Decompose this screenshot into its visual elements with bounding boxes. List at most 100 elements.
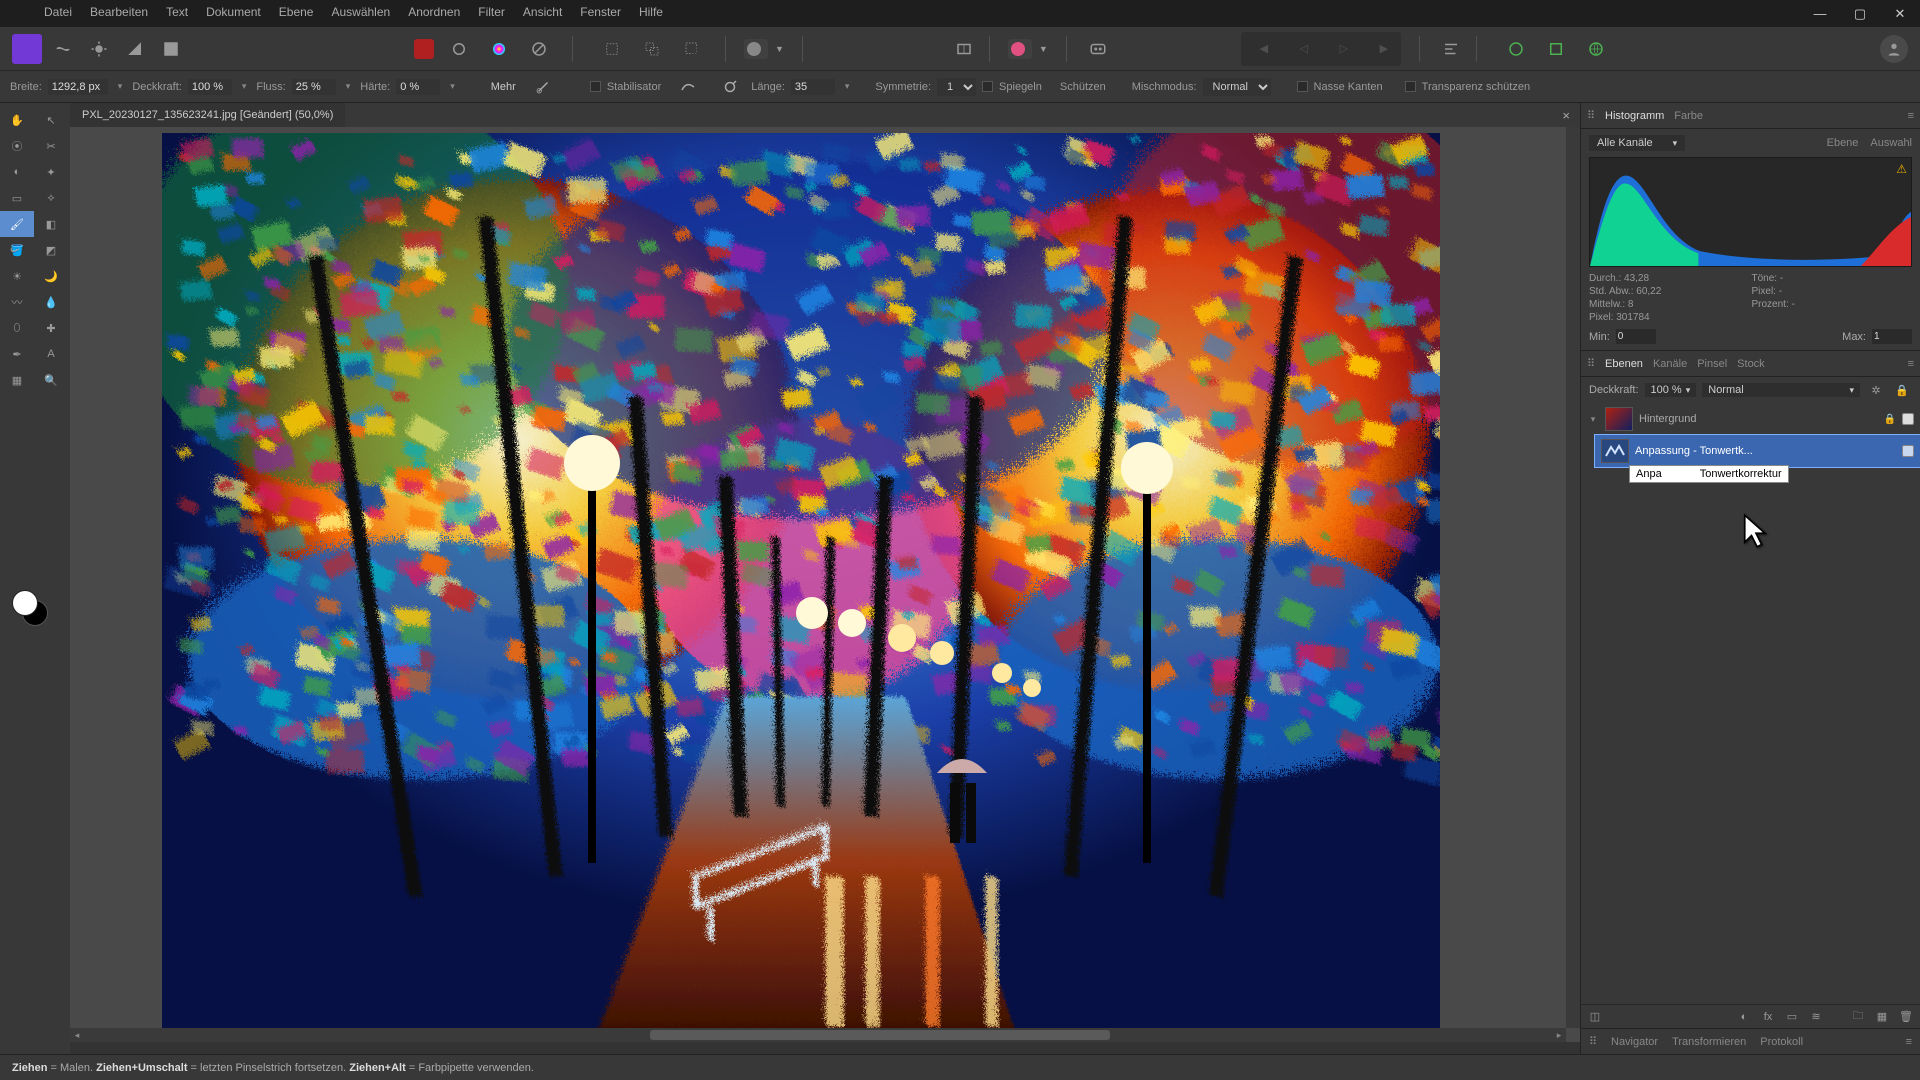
selection-new-icon[interactable] xyxy=(597,34,627,64)
more-button[interactable]: Mehr xyxy=(491,81,516,93)
selection-brush-tool-icon[interactable]: ◐ xyxy=(0,159,34,185)
recent-color-swatch[interactable] xyxy=(414,39,434,59)
burn-tool-icon[interactable]: 🌙 xyxy=(34,263,68,289)
chevron-down-icon[interactable]: ▾ xyxy=(114,81,127,92)
mirror-checkbox[interactable] xyxy=(982,81,993,92)
window-mode-icon[interactable] xyxy=(715,72,745,102)
mask-icon[interactable]: ▭ xyxy=(1782,1008,1802,1026)
symmetry-select[interactable]: 1 xyxy=(937,78,976,96)
wet-edges-checkbox[interactable] xyxy=(1297,81,1308,92)
arrange-backward-icon[interactable]: ◁ xyxy=(1289,34,1319,64)
menu-text[interactable]: Text xyxy=(166,5,188,19)
globe-icon[interactable] xyxy=(1581,34,1611,64)
smudge-tool-icon[interactable]: 〰 xyxy=(0,289,34,315)
protect-alpha-checkbox[interactable] xyxy=(1405,81,1416,92)
hist-seg-auswahl[interactable]: Auswahl xyxy=(1870,137,1912,149)
no-color-icon[interactable] xyxy=(524,34,554,64)
panel-grip-icon[interactable]: ⠿ xyxy=(1587,109,1595,122)
group-icon[interactable]: 🗀 xyxy=(1848,1008,1868,1026)
panel-menu-icon[interactable]: ≡ xyxy=(1908,110,1914,122)
menu-filter[interactable]: Filter xyxy=(478,5,505,19)
tab-histogram[interactable]: Histogramm xyxy=(1605,110,1664,122)
chevron-down-icon[interactable]: ▾ xyxy=(238,81,251,92)
selection-sub-icon[interactable] xyxy=(677,34,707,64)
canvas-viewport[interactable]: ◂ ▸ xyxy=(70,127,1580,1042)
document-tab[interactable]: PXL_20230127_135623241.jpg [Geändert] (5… xyxy=(70,103,345,127)
healing-tool-icon[interactable]: ✚ xyxy=(34,315,68,341)
blur-tool-icon[interactable]: 💧 xyxy=(34,289,68,315)
maximize-button[interactable]: ▢ xyxy=(1840,0,1880,27)
persona-develop-icon[interactable] xyxy=(84,34,114,64)
mesh-tool-icon[interactable]: ▦ xyxy=(0,367,34,393)
canvas[interactable] xyxy=(162,133,1440,1042)
crop-ratio-icon[interactable] xyxy=(949,34,979,64)
layer-row-background[interactable]: ▾ Hintergrund 🔒 xyxy=(1581,403,1920,435)
menu-ansicht[interactable]: Ansicht xyxy=(523,5,562,19)
horizontal-scrollbar-thumb[interactable] xyxy=(650,1030,1110,1040)
account-icon[interactable] xyxy=(1880,35,1908,63)
color-swatches[interactable] xyxy=(12,590,52,630)
delete-layer-icon[interactable]: 🗑 xyxy=(1896,1008,1916,1026)
menu-auswählen[interactable]: Auswählen xyxy=(331,5,390,19)
adjustment-icon[interactable]: ◐ xyxy=(1734,1008,1754,1026)
crop-tool-icon[interactable]: ✂ xyxy=(34,133,68,159)
layer-opacity-field[interactable]: 100 %▾ xyxy=(1645,383,1697,397)
scroll-left-icon[interactable]: ◂ xyxy=(70,1028,84,1042)
layer-blend-select[interactable]: Normal▾ xyxy=(1702,383,1860,397)
channel-select[interactable]: Alle Kanäle▾ xyxy=(1589,135,1685,151)
width-field[interactable] xyxy=(48,79,108,95)
move-tool-icon[interactable]: ↖ xyxy=(34,107,68,133)
freehand-select-tool-icon[interactable]: ⟡ xyxy=(34,185,68,211)
persona-liquify-icon[interactable] xyxy=(48,34,78,64)
hist-min-field[interactable] xyxy=(1616,329,1656,344)
menu-anordnen[interactable]: Anordnen xyxy=(408,5,460,19)
fx-icon[interactable]: fx xyxy=(1758,1008,1778,1026)
panel-grip-icon[interactable]: ⠿ xyxy=(1587,357,1595,370)
quick-mask-icon[interactable] xyxy=(1083,34,1113,64)
tab-color[interactable]: Farbe xyxy=(1674,110,1703,122)
fill-tool-icon[interactable]: 🪣 xyxy=(0,237,34,263)
flow-field[interactable] xyxy=(292,79,336,95)
tab-brushes[interactable]: Pinsel xyxy=(1697,358,1727,370)
pen-tool-icon[interactable]: ✒ xyxy=(0,341,34,367)
horizontal-scrollbar[interactable]: ◂ ▸ xyxy=(70,1028,1566,1042)
close-document-icon[interactable]: × xyxy=(1562,108,1580,123)
chevron-down-icon[interactable]: ▼ xyxy=(1039,44,1048,54)
blend-select[interactable]: Normal xyxy=(1203,78,1271,96)
fill-color-well[interactable] xyxy=(744,39,768,59)
cloud-icon[interactable] xyxy=(1541,34,1571,64)
lock-icon[interactable]: 🔒 xyxy=(1884,414,1896,425)
protect-label[interactable]: Schützen xyxy=(1060,81,1106,93)
chevron-down-icon[interactable]: ▾ xyxy=(342,81,355,92)
hand-tool-icon[interactable]: ✋ xyxy=(0,107,34,133)
color-picker-tool-icon[interactable]: ⦿ xyxy=(0,133,34,159)
menu-bearbeiten[interactable]: Bearbeiten xyxy=(90,5,148,19)
selection-add-icon[interactable] xyxy=(637,34,667,64)
gradient-tool-icon[interactable]: ◩ xyxy=(34,237,68,263)
visibility-toggle[interactable] xyxy=(1902,445,1914,457)
panel-menu-icon[interactable]: ≡ xyxy=(1906,1036,1912,1048)
menu-ebene[interactable]: Ebene xyxy=(279,5,314,19)
chevron-down-icon[interactable]: ▾ xyxy=(446,81,459,92)
arrange-forward-icon[interactable]: ▷ xyxy=(1329,34,1359,64)
scroll-right-icon[interactable]: ▸ xyxy=(1552,1028,1566,1042)
sync-icon[interactable] xyxy=(1501,34,1531,64)
visibility-toggle[interactable] xyxy=(1902,413,1914,425)
tab-navigator[interactable]: Navigator xyxy=(1611,1036,1658,1048)
vertical-scrollbar[interactable] xyxy=(1566,127,1580,1028)
menu-hilfe[interactable]: Hilfe xyxy=(639,5,663,19)
mask-layer-icon[interactable]: ◫ xyxy=(1585,1008,1605,1026)
pressure-icon[interactable] xyxy=(528,72,558,102)
clone-tool-icon[interactable]: ⬯ xyxy=(0,315,34,341)
rope-mode-icon[interactable] xyxy=(673,72,703,102)
arrange-back-icon[interactable]: ◀ xyxy=(1249,34,1279,64)
tab-channels[interactable]: Kanäle xyxy=(1653,358,1687,370)
erase-tool-icon[interactable]: ◧ xyxy=(34,211,68,237)
minimize-button[interactable]: — xyxy=(1800,0,1840,27)
dodge-tool-icon[interactable]: ☀ xyxy=(0,263,34,289)
layer-lock-icon[interactable]: 🔒 xyxy=(1892,381,1912,399)
chevron-down-icon[interactable]: ▾ xyxy=(841,81,854,92)
text-tool-icon[interactable]: A xyxy=(34,341,68,367)
persona-export-icon[interactable] xyxy=(156,34,186,64)
hue-wheel-icon[interactable] xyxy=(484,34,514,64)
